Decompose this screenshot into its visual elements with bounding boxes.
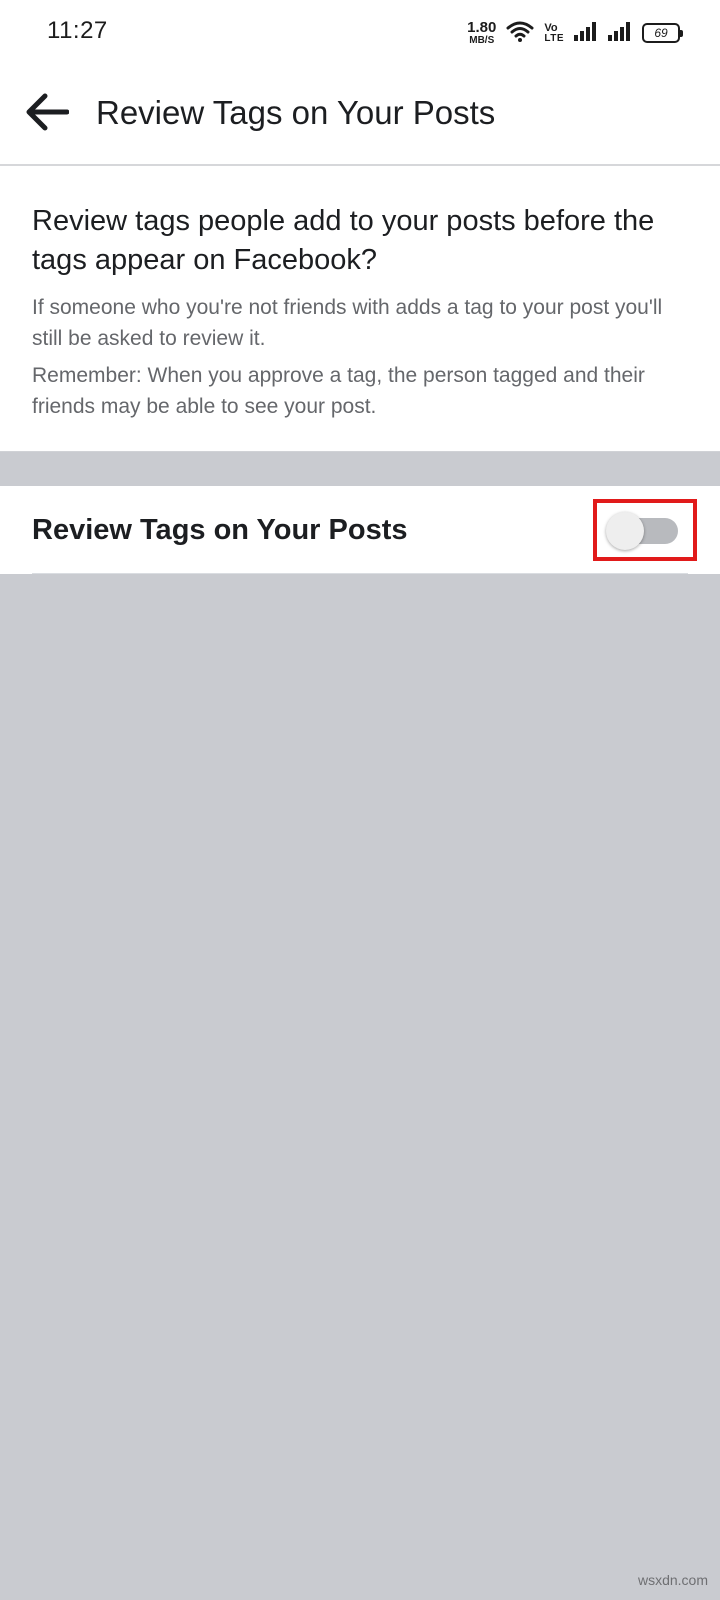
- signal-strength-icon-sim1: [574, 20, 598, 47]
- review-tags-toggle-switch[interactable]: [606, 512, 680, 550]
- info-note-non-friends: If someone who you're not friends with a…: [32, 296, 663, 350]
- review-tags-setting-row[interactable]: Review Tags on Your Posts: [0, 486, 720, 574]
- network-speed-value: 1.80: [467, 19, 497, 36]
- arrow-left-icon: [25, 92, 70, 137]
- signal-strength-icon-sim2: [608, 20, 632, 47]
- status-bar: 11:27 1.80 MB/S Vo LTE 69: [0, 0, 720, 64]
- page-title: Review Tags on Your Posts: [96, 94, 496, 131]
- app-header: Review Tags on Your Posts: [0, 64, 720, 166]
- info-note-remember: Remember: When you approve a tag, the pe…: [32, 364, 645, 418]
- network-speed: 1.80 MB/S: [467, 20, 496, 46]
- volte-bottom: LTE: [544, 32, 564, 44]
- info-question: Review tags people add to your posts bef…: [32, 205, 655, 276]
- back-button[interactable]: [22, 89, 72, 139]
- info-section: Review tags people add to your posts bef…: [0, 166, 720, 452]
- review-tags-setting-label: Review Tags on Your Posts: [32, 514, 408, 546]
- network-speed-unit: MB/S: [469, 35, 495, 46]
- status-icons: 1.80 MB/S Vo LTE 69: [467, 18, 683, 48]
- volte-indicator: Vo LTE: [544, 21, 564, 44]
- battery-level: 69: [654, 26, 668, 40]
- switch-thumb: [606, 512, 644, 550]
- battery-icon: 69: [642, 23, 683, 43]
- watermark: wsxdn.com: [637, 1572, 708, 1588]
- wifi-icon: [506, 20, 534, 47]
- status-time: 11:27: [47, 17, 108, 44]
- row-divider: [32, 573, 688, 574]
- volte-top: Vo: [544, 21, 558, 34]
